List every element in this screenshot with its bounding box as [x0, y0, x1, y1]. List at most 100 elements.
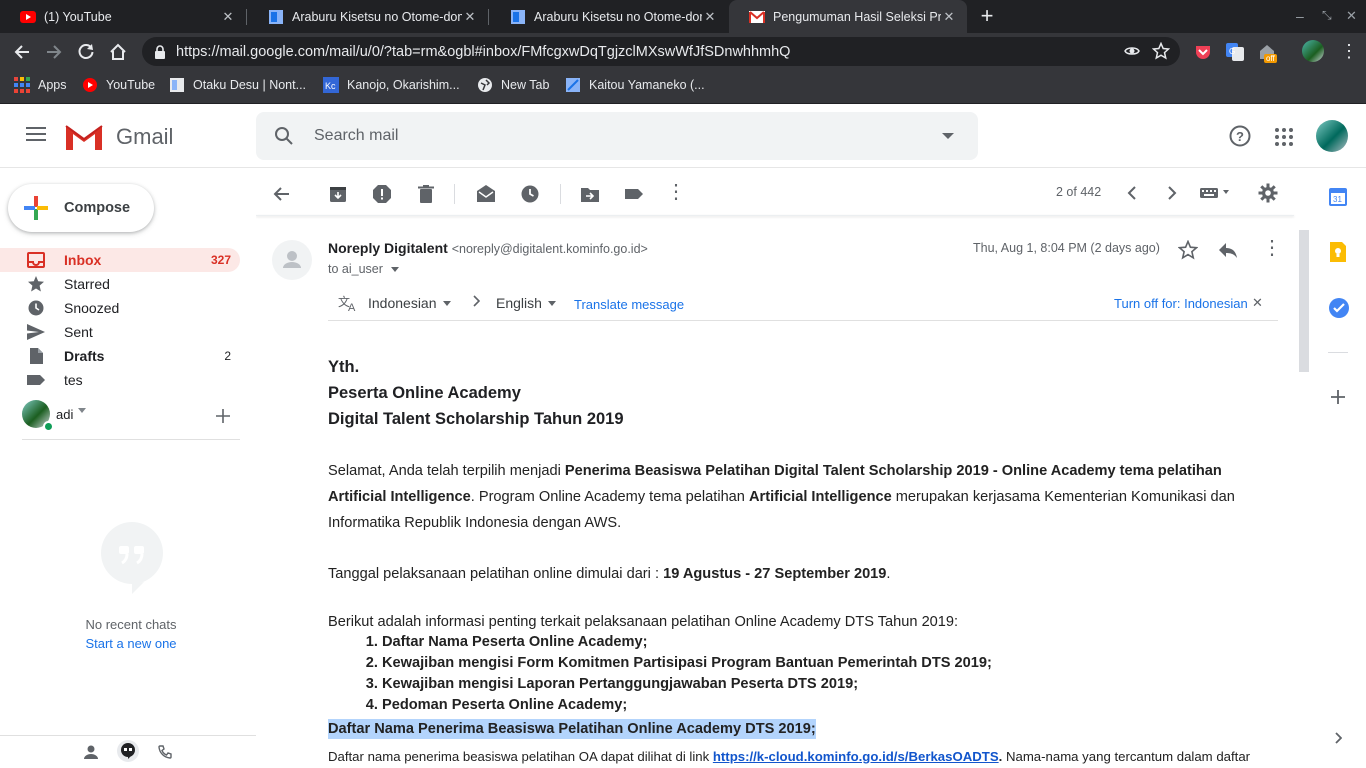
tab-title: Araburu Kisetsu no Otome-dom: [292, 9, 462, 24]
show-side-panel-button[interactable]: [1334, 732, 1342, 744]
translate-eye-icon[interactable]: [1124, 43, 1140, 59]
nav-item-starred[interactable]: Starred: [0, 272, 240, 296]
star-icon: [27, 276, 45, 292]
recipient-line[interactable]: to ai_user: [328, 262, 399, 276]
browser-toolbar: https://mail.google.com/mail/u/0/?tab=rm…: [0, 33, 1366, 70]
archive-button[interactable]: [328, 184, 348, 204]
tab-araburu-1[interactable]: Araburu Kisetsu no Otome-dom ✕: [248, 0, 488, 33]
close-tab-icon[interactable]: ✕: [220, 9, 236, 25]
scrollbar-thumb[interactable]: [1299, 230, 1309, 372]
nav-item-label-tes[interactable]: tes: [0, 368, 240, 392]
labels-button[interactable]: [624, 184, 644, 204]
bookmark-otaku-desu[interactable]: Otaku Desu | Nont...: [169, 70, 306, 100]
gmail-logo-icon[interactable]: [64, 122, 104, 152]
keep-app-icon[interactable]: [1330, 242, 1346, 262]
scrollbar-track[interactable]: [1298, 228, 1310, 768]
extension-off-icon[interactable]: off: [1258, 42, 1278, 63]
delete-button[interactable]: [416, 184, 436, 204]
search-options-icon[interactable]: [942, 133, 954, 139]
archive-icon: [330, 187, 346, 202]
bookmark-new-tab[interactable]: New Tab: [477, 70, 549, 100]
new-conversation-button[interactable]: [216, 409, 230, 423]
chevron-left-icon: [1127, 186, 1136, 200]
home-button[interactable]: [108, 42, 128, 62]
search-bar[interactable]: Search mail: [256, 112, 978, 160]
new-tab-button[interactable]: +: [977, 4, 997, 28]
bookmark-youtube[interactable]: YouTube: [82, 70, 155, 100]
sender-avatar[interactable]: [272, 240, 312, 280]
bookmark-kaitou[interactable]: Kaitou Yamaneko (...: [565, 70, 705, 100]
main-menu-button[interactable]: [26, 126, 46, 142]
more-options-icon[interactable]: ⋮: [666, 182, 686, 202]
nav-item-snoozed[interactable]: Snoozed: [0, 296, 240, 320]
report-spam-button[interactable]: [372, 184, 392, 204]
move-to-button[interactable]: [580, 184, 600, 204]
sender-name[interactable]: Noreply Digitalent: [328, 240, 448, 256]
nav-item-drafts[interactable]: Drafts 2: [0, 344, 240, 368]
start-new-chat-link[interactable]: Start a new one: [0, 636, 262, 651]
highlighted-heading: Daftar Nama Penerima Beasiswa Pelatihan …: [328, 719, 816, 739]
close-translate-bar-icon[interactable]: ✕: [1252, 295, 1263, 311]
close-tab-icon[interactable]: ✕: [702, 9, 718, 25]
show-details-chevron-icon[interactable]: [390, 266, 399, 272]
input-tools-button[interactable]: [1200, 187, 1230, 199]
source-language-select[interactable]: Indonesian: [368, 295, 451, 311]
close-window-button[interactable]: ✕: [1346, 8, 1357, 24]
nav-item-inbox[interactable]: Inbox 327: [0, 248, 240, 272]
bookmark-label: Kaitou Yamaneko (...: [589, 78, 705, 92]
star-email-button[interactable]: [1178, 240, 1198, 260]
phone-icon[interactable]: [158, 745, 172, 759]
back-button[interactable]: [12, 42, 32, 62]
reply-button[interactable]: [1218, 241, 1238, 259]
account-avatar[interactable]: [1316, 120, 1348, 152]
hangouts-user-name[interactable]: adi: [56, 407, 73, 422]
compose-button[interactable]: Compose: [8, 184, 154, 232]
google-translate-extension-icon[interactable]: G: [1226, 43, 1244, 61]
older-button[interactable]: [1166, 186, 1178, 200]
pocket-extension-icon[interactable]: [1194, 43, 1212, 61]
minimize-window-button[interactable]: –: [1296, 8, 1304, 24]
browser-menu-icon[interactable]: ⋮: [1340, 42, 1358, 60]
nav-item-sent[interactable]: Sent: [0, 320, 240, 344]
bookmark-kanojo[interactable]: Kc Kanojo, Okarishim...: [323, 70, 460, 100]
translate-message-link[interactable]: Translate message: [574, 297, 684, 312]
tab-youtube[interactable]: (1) YouTube ✕: [0, 0, 246, 33]
tasks-app-icon[interactable]: [1329, 298, 1349, 318]
bookmark-star-icon[interactable]: [1152, 42, 1170, 60]
back-to-inbox-button[interactable]: [272, 184, 292, 204]
berkas-oadts-link[interactable]: https://k-cloud.kominfo.go.id/s/BerkasOA…: [713, 749, 999, 764]
newer-button[interactable]: [1126, 186, 1138, 200]
translate-bar: 文A Indonesian English Translate message …: [328, 286, 1278, 321]
contacts-person-icon[interactable]: [84, 745, 98, 759]
bookmark-apps[interactable]: Apps: [14, 70, 67, 100]
tab-araburu-2[interactable]: Araburu Kisetsu no Otome-dom ✕: [490, 0, 728, 33]
reload-button[interactable]: [76, 42, 96, 62]
email-greeting: Yth. Peserta Online Academy Digital Tale…: [328, 354, 624, 432]
profile-avatar[interactable]: [1302, 40, 1324, 62]
support-button[interactable]: ?: [1229, 125, 1251, 147]
search-input[interactable]: Search mail: [314, 127, 398, 145]
mark-unread-button[interactable]: [476, 184, 496, 204]
snooze-button[interactable]: [520, 184, 540, 204]
extension-badge: off: [1264, 54, 1277, 63]
search-icon[interactable]: [274, 126, 294, 146]
chevron-down-icon[interactable]: [78, 408, 86, 413]
youtube-icon: [82, 77, 98, 93]
text-span: merupakan kerjasama Kementerian Komunika…: [891, 489, 1235, 505]
google-apps-button[interactable]: [1275, 128, 1293, 146]
more-message-options-icon[interactable]: ⋮: [1262, 238, 1282, 258]
inbox-icon: [27, 252, 45, 268]
close-tab-icon[interactable]: ✕: [941, 9, 957, 25]
hangouts-tab-button[interactable]: [117, 740, 139, 762]
settings-button[interactable]: [1258, 183, 1278, 203]
close-tab-icon[interactable]: ✕: [462, 9, 478, 25]
target-language-select[interactable]: English: [496, 295, 556, 311]
turn-off-translation-link[interactable]: Turn off for: Indonesian: [1114, 296, 1248, 311]
restore-window-button[interactable]: ⤡: [1322, 8, 1332, 23]
star-outline-icon: [1178, 240, 1198, 260]
address-bar[interactable]: https://mail.google.com/mail/u/0/?tab=rm…: [142, 37, 1180, 66]
forward-button[interactable]: [44, 42, 64, 62]
get-addons-button[interactable]: [1331, 390, 1345, 404]
calendar-app-icon[interactable]: 31: [1329, 188, 1347, 206]
tab-gmail-active[interactable]: Pengumuman Hasil Seleksi Pro ✕: [729, 0, 967, 33]
